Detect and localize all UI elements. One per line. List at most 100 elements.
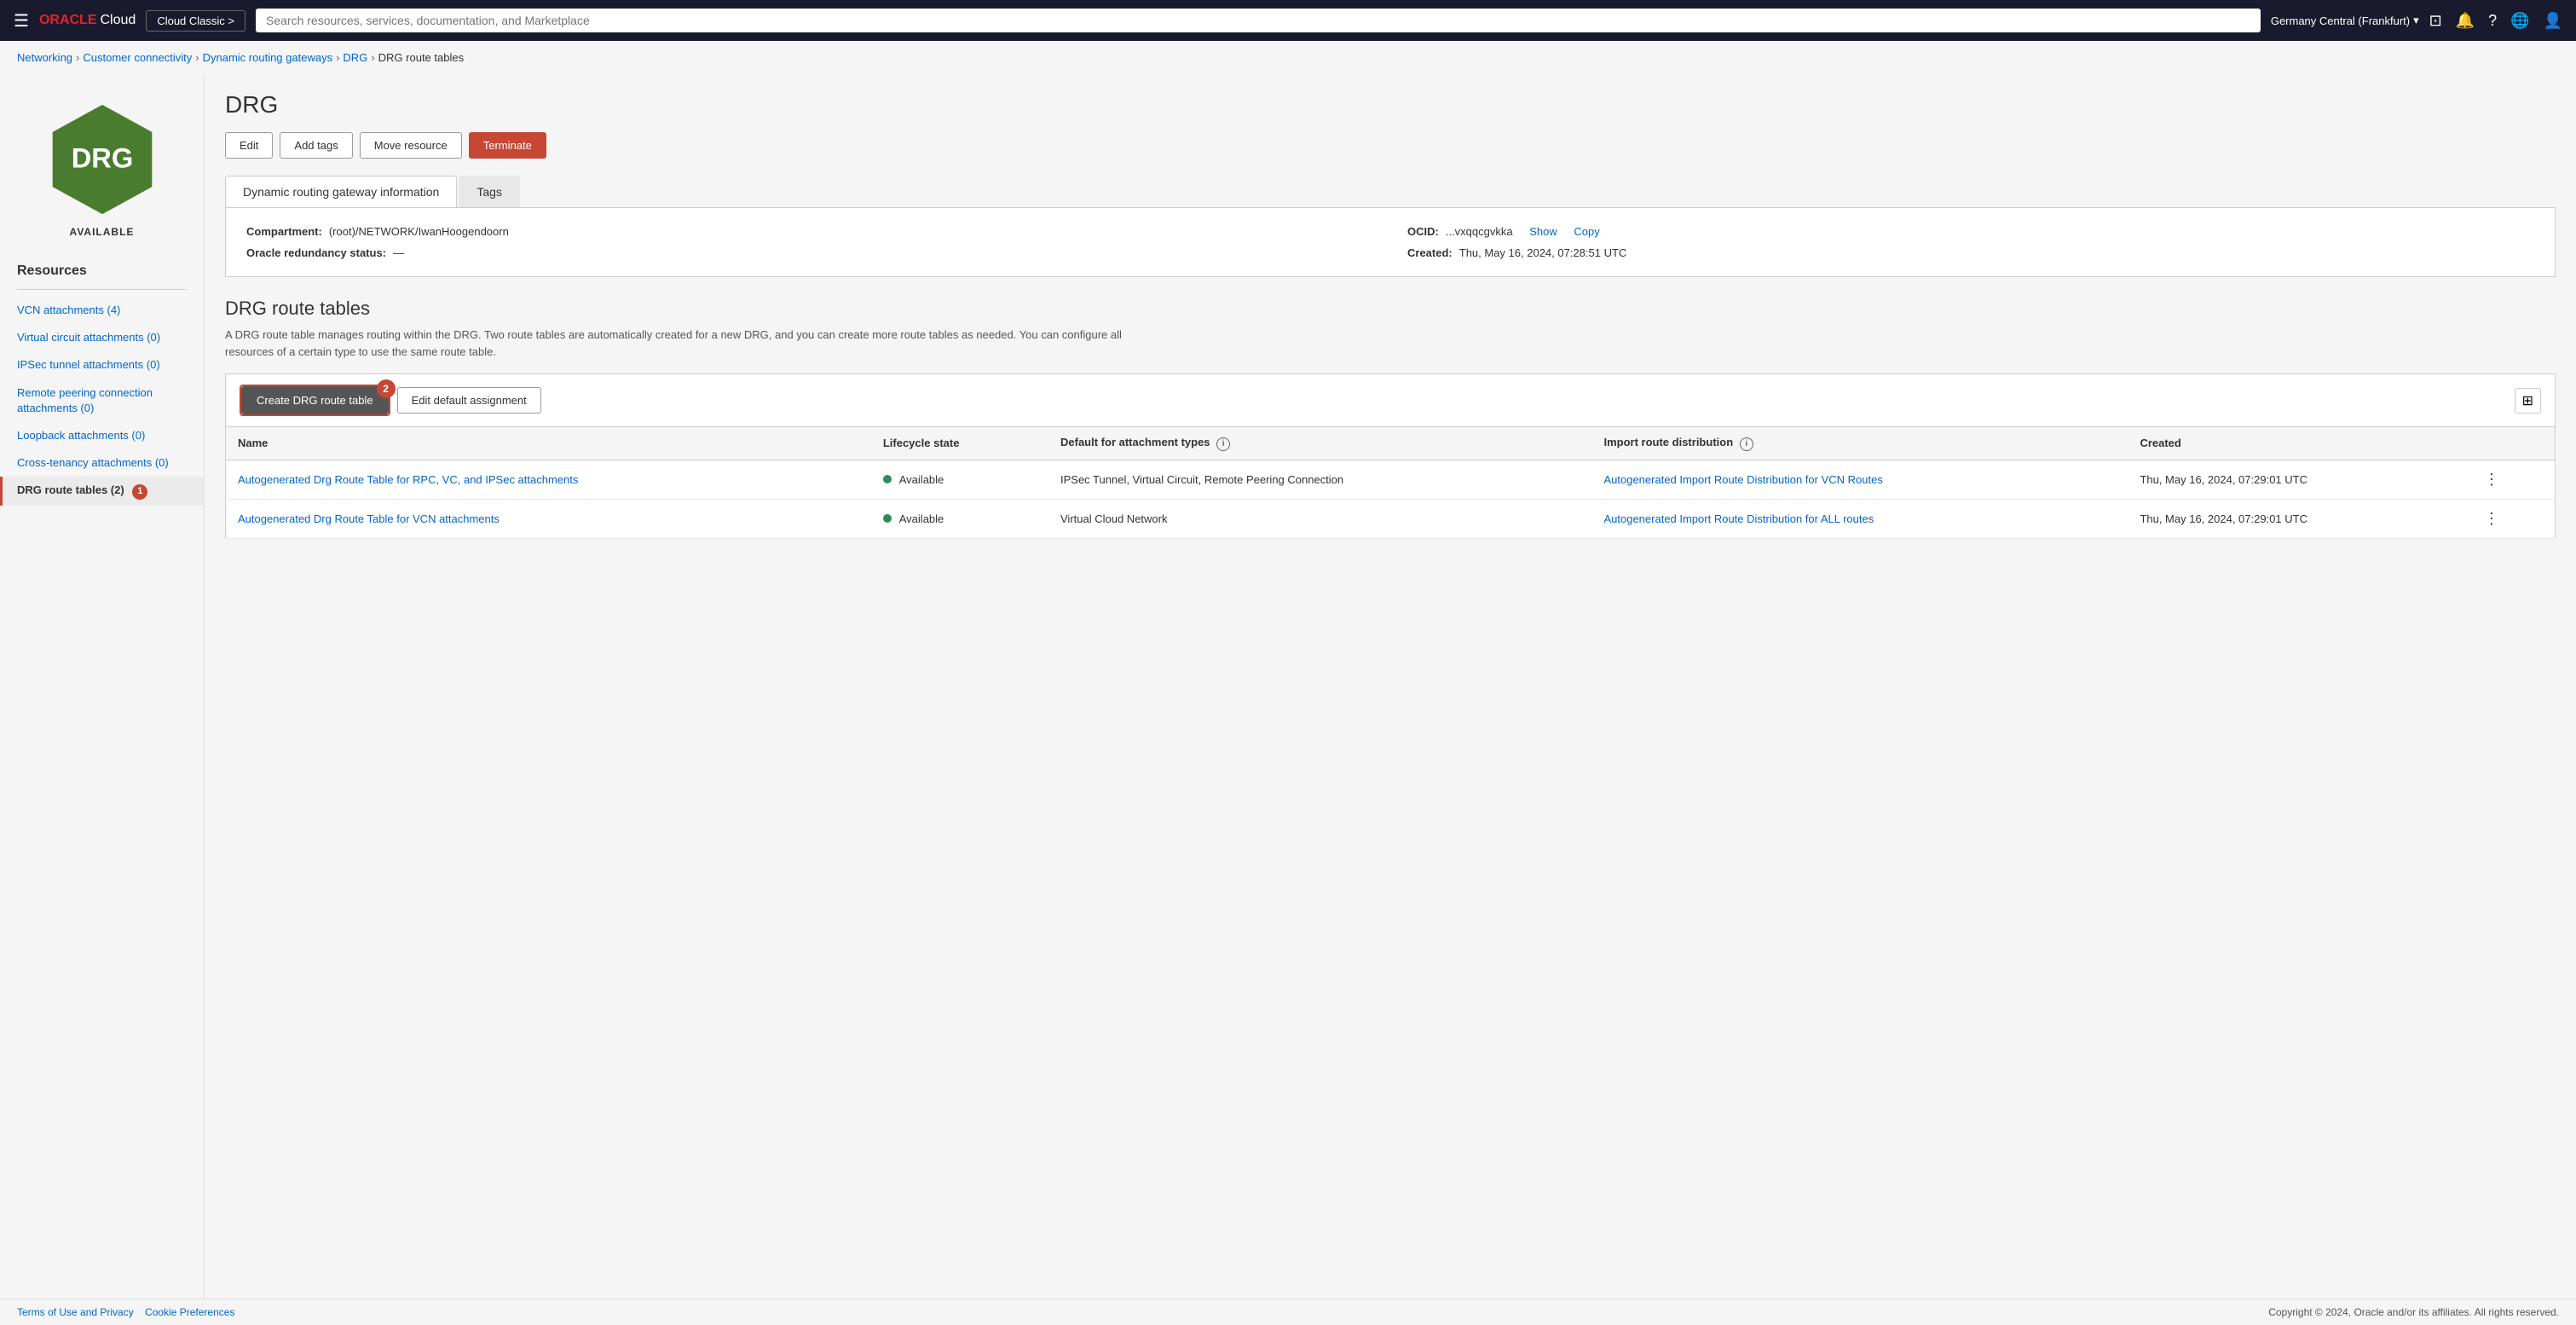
search-input[interactable] bbox=[256, 9, 2261, 32]
compartment-value: (root)/NETWORK/IwanHoogendoorn bbox=[329, 225, 509, 238]
row1-kebab-menu[interactable]: ⋮ bbox=[2479, 469, 2504, 489]
hamburger-menu-icon[interactable]: ☰ bbox=[14, 10, 29, 32]
row2-import-route-link[interactable]: Autogenerated Import Route Distribution … bbox=[1603, 512, 1874, 525]
row1-import-route-link[interactable]: Autogenerated Import Route Distribution … bbox=[1603, 473, 1882, 486]
compartment-label: Compartment: bbox=[246, 225, 322, 238]
edit-default-assignment-button[interactable]: Edit default assignment bbox=[397, 387, 541, 414]
sidebar-item-vcn-attachments[interactable]: VCN attachments (4) bbox=[0, 297, 204, 324]
breadcrumb-sep-3: › bbox=[336, 51, 339, 64]
create-drg-route-table-button[interactable]: Create DRG route table 2 bbox=[241, 386, 389, 414]
table-body: Autogenerated Drg Route Table for RPC, V… bbox=[226, 460, 2556, 538]
row2-kebab: ⋮ bbox=[2467, 499, 2556, 538]
sidebar-item-remote-peering[interactable]: Remote peering connection attachments (0… bbox=[0, 379, 204, 422]
terminate-button[interactable]: Terminate bbox=[469, 132, 546, 159]
ocid-value: ...vxqqcgvkka bbox=[1446, 225, 1513, 238]
col-default-attachment: Default for attachment types i bbox=[1048, 427, 1591, 460]
tab-drg-info[interactable]: Dynamic routing gateway information bbox=[225, 176, 457, 207]
main-content: DRG Edit Add tags Move resource Terminat… bbox=[205, 74, 2576, 1299]
row2-lifecycle-label: Available bbox=[899, 512, 944, 525]
row1-lifecycle: Available bbox=[871, 460, 1048, 499]
cookie-link[interactable]: Cookie Preferences bbox=[145, 1306, 234, 1318]
breadcrumb-sep-4: › bbox=[371, 51, 374, 64]
tabs: Dynamic routing gateway information Tags bbox=[225, 176, 2556, 208]
breadcrumb-drg[interactable]: DRG bbox=[343, 51, 367, 64]
row2-status-dot bbox=[883, 514, 892, 523]
globe-icon[interactable]: 🌐 bbox=[2510, 12, 2529, 30]
breadcrumb-sep-1: › bbox=[76, 51, 79, 64]
row2-import-route: Autogenerated Import Route Distribution … bbox=[1591, 499, 2128, 538]
breadcrumb-sep-2: › bbox=[195, 51, 199, 64]
created-label: Created: bbox=[1407, 246, 1453, 259]
redundancy-row: Oracle redundancy status: — bbox=[246, 246, 1373, 259]
row2-name-link[interactable]: Autogenerated Drg Route Table for VCN at… bbox=[238, 512, 500, 525]
region-selector[interactable]: Germany Central (Frankfurt) ▾ bbox=[2271, 14, 2419, 27]
row2-created: Thu, May 16, 2024, 07:29:01 UTC bbox=[2128, 499, 2466, 538]
screen-icon[interactable]: ⊡ bbox=[2429, 12, 2442, 30]
page-title: DRG bbox=[225, 91, 2556, 119]
compartment-row: Compartment: (root)/NETWORK/IwanHoogendo… bbox=[246, 225, 1373, 238]
drg-hexagon-icon: DRG bbox=[43, 100, 162, 219]
breadcrumb: Networking › Customer connectivity › Dyn… bbox=[0, 41, 2576, 74]
redundancy-value: — bbox=[393, 246, 404, 259]
row1-status-dot bbox=[883, 475, 892, 483]
move-resource-button[interactable]: Move resource bbox=[360, 132, 462, 159]
col-created: Created bbox=[2128, 427, 2466, 460]
sidebar-item-virtual-circuit[interactable]: Virtual circuit attachments (0) bbox=[0, 324, 204, 351]
col-name: Name bbox=[226, 427, 871, 460]
create-btn-highlight: Create DRG route table 2 bbox=[240, 385, 390, 416]
breadcrumb-current: DRG route tables bbox=[378, 51, 464, 64]
ocid-show-link[interactable]: Show bbox=[1529, 225, 1557, 238]
sidebar-item-cross-tenancy[interactable]: Cross-tenancy attachments (0) bbox=[0, 449, 204, 477]
top-nav: ☰ ORACLE Cloud Cloud Classic > Germany C… bbox=[0, 0, 2576, 41]
tab-tags[interactable]: Tags bbox=[459, 176, 520, 207]
bell-icon[interactable]: 🔔 bbox=[2456, 12, 2475, 30]
terms-link[interactable]: Terms of Use and Privacy bbox=[17, 1306, 134, 1318]
add-tags-button[interactable]: Add tags bbox=[280, 132, 352, 159]
footer: Terms of Use and Privacy Cookie Preferen… bbox=[0, 1299, 2576, 1325]
drg-icon-container: DRG AVAILABLE bbox=[0, 91, 204, 255]
create-step-badge: 2 bbox=[377, 379, 396, 398]
col-actions bbox=[2467, 427, 2556, 460]
breadcrumb-customer-connectivity[interactable]: Customer connectivity bbox=[83, 51, 192, 64]
sidebar-resources-title: Resources bbox=[0, 255, 204, 286]
cloud-text: Cloud bbox=[101, 13, 136, 28]
info-grid: Compartment: (root)/NETWORK/IwanHoogendo… bbox=[246, 225, 2534, 259]
region-label: Germany Central (Frankfurt) bbox=[2271, 14, 2410, 27]
route-tables-table: Name Lifecycle state Default for attachm… bbox=[225, 426, 2556, 539]
edit-button[interactable]: Edit bbox=[225, 132, 273, 159]
row1-import-route: Autogenerated Import Route Distribution … bbox=[1591, 460, 2128, 499]
ocid-label: OCID: bbox=[1407, 225, 1439, 238]
create-drg-label: Create DRG route table bbox=[257, 394, 373, 407]
user-icon[interactable]: 👤 bbox=[2544, 12, 2562, 30]
oracle-text: ORACLE bbox=[39, 13, 97, 28]
breadcrumb-dynamic-routing-gateways[interactable]: Dynamic routing gateways bbox=[203, 51, 332, 64]
table-toolbar: Create DRG route table 2 Edit default as… bbox=[225, 373, 2556, 426]
sidebar-item-drg-route-tables[interactable]: DRG route tables (2) 1 bbox=[0, 477, 204, 506]
redundancy-label: Oracle redundancy status: bbox=[246, 246, 386, 259]
table-settings-button[interactable]: ⊞ bbox=[2515, 388, 2541, 414]
table-header: Name Lifecycle state Default for attachm… bbox=[226, 427, 2556, 460]
row1-lifecycle-label: Available bbox=[899, 473, 944, 486]
cloud-classic-button[interactable]: Cloud Classic > bbox=[146, 10, 245, 32]
footer-copyright: Copyright © 2024, Oracle and/or its affi… bbox=[2268, 1306, 2559, 1318]
sidebar-item-loopback[interactable]: Loopback attachments (0) bbox=[0, 422, 204, 449]
info-panel: Compartment: (root)/NETWORK/IwanHoogendo… bbox=[225, 208, 2556, 277]
oracle-logo: ORACLE Cloud bbox=[39, 13, 136, 28]
row2-kebab-menu[interactable]: ⋮ bbox=[2479, 508, 2504, 529]
created-value: Thu, May 16, 2024, 07:28:51 UTC bbox=[1459, 246, 1627, 259]
action-bar: Edit Add tags Move resource Terminate bbox=[225, 132, 2556, 159]
sidebar-item-drg-route-tables-label: DRG route tables (2) bbox=[17, 483, 124, 496]
table-row: Autogenerated Drg Route Table for VCN at… bbox=[226, 499, 2556, 538]
route-tables-title: DRG route tables bbox=[225, 298, 2556, 320]
breadcrumb-networking[interactable]: Networking bbox=[17, 51, 72, 64]
row1-name-link[interactable]: Autogenerated Drg Route Table for RPC, V… bbox=[238, 473, 578, 486]
footer-left: Terms of Use and Privacy Cookie Preferen… bbox=[17, 1306, 234, 1318]
main-layout: DRG AVAILABLE Resources VCN attachments … bbox=[0, 74, 2576, 1299]
ocid-copy-link[interactable]: Copy bbox=[1574, 225, 1599, 238]
row1-created: Thu, May 16, 2024, 07:29:01 UTC bbox=[2128, 460, 2466, 499]
import-route-info-icon[interactable]: i bbox=[1740, 437, 1753, 451]
topnav-icons: ⊡ 🔔 ? 🌐 👤 bbox=[2429, 12, 2562, 30]
default-attachment-info-icon[interactable]: i bbox=[1216, 437, 1230, 451]
sidebar-item-ipsec[interactable]: IPSec tunnel attachments (0) bbox=[0, 351, 204, 379]
help-icon[interactable]: ? bbox=[2488, 12, 2497, 30]
